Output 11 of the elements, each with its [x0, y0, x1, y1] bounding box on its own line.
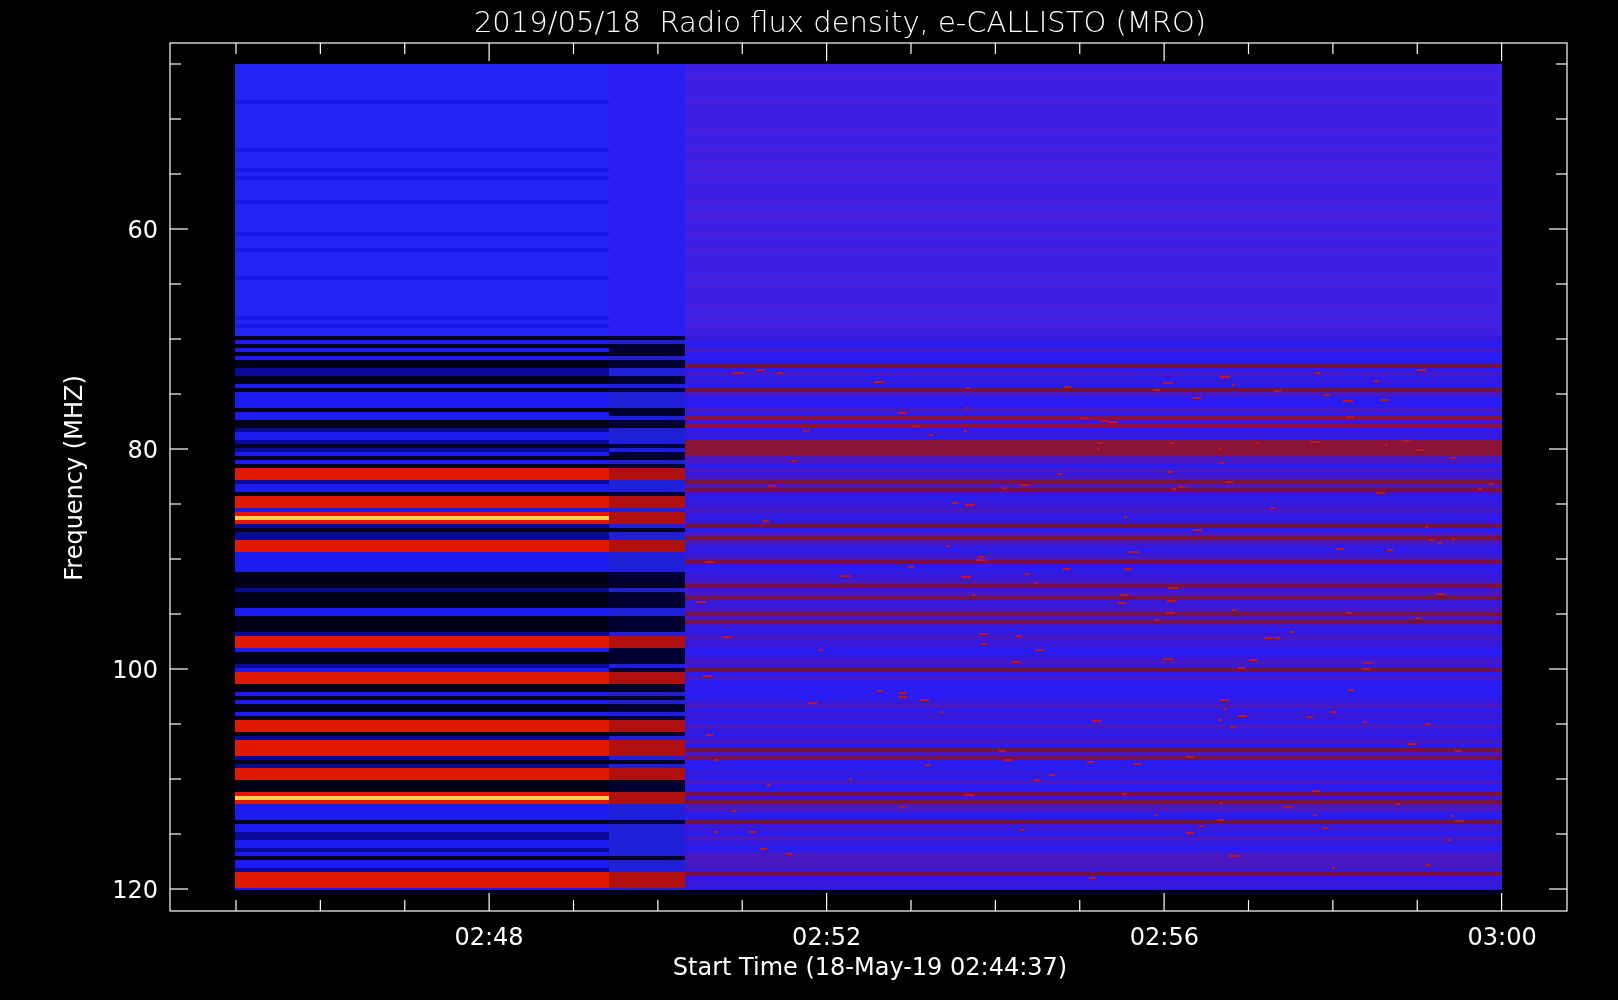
tick-label: 02:48	[454, 923, 524, 951]
axis-label: Frequency (MHZ)	[60, 375, 88, 581]
tick-label: 02:52	[792, 923, 862, 951]
tick-label: 60	[127, 216, 158, 244]
chart-title: 2019/05/18 Radio flux density, e-CALLISTO (MRO)	[473, 5, 1207, 39]
tick-label: 100	[112, 656, 158, 684]
axis-label: Start Time (18-May-19 02:44:37)	[672, 953, 1068, 981]
tick-label: 80	[127, 436, 158, 464]
tick-label: 03:00	[1467, 923, 1537, 951]
tick-label: 02:56	[1129, 923, 1199, 951]
tick-label: 120	[112, 876, 158, 904]
